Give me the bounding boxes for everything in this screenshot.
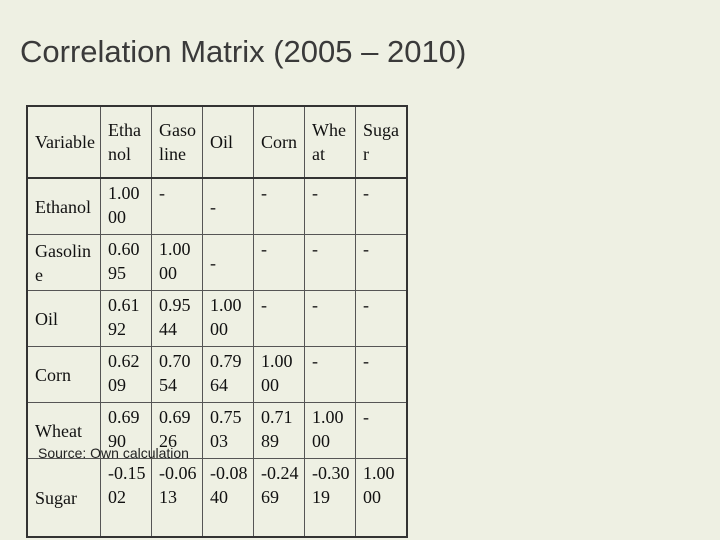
table-row: Oil 0.6192 0.9544 1.0000- - - bbox=[26, 290, 408, 347]
matrix-cell: 1.0000 bbox=[202, 290, 254, 347]
column-header: Sugar bbox=[355, 105, 408, 179]
slide-title: Correlation Matrix (2005 – 2010) bbox=[20, 34, 467, 69]
header-row: Variable Ethanol Gasoline Oil Corn Wheat Sugar bbox=[26, 105, 408, 179]
row-label: Corn bbox=[26, 346, 101, 403]
matrix-cell: 0.7189 bbox=[253, 402, 305, 459]
row-label: Oil bbox=[26, 290, 101, 347]
matrix-cell: - bbox=[304, 234, 356, 291]
matrix-cell: - bbox=[253, 290, 305, 347]
matrix-cell: 0.6209 bbox=[100, 346, 152, 403]
table-row: Gasoline 0.6095 1.0000- - - - bbox=[26, 234, 408, 291]
matrix-cell: 0.6095 bbox=[100, 234, 152, 291]
matrix-cell: 0.9544 bbox=[151, 290, 203, 347]
matrix-cell: 0.7054 bbox=[151, 346, 203, 403]
matrix-cell: - bbox=[151, 177, 203, 235]
table-row: Sugar -0.1502 -0.0613 -0.0840 -0.2469 -0.3019… bbox=[26, 458, 408, 538]
matrix-cell: 1.0000 bbox=[304, 402, 356, 459]
table-row: Ethanol 1.0000- - - - - bbox=[26, 177, 408, 235]
matrix-cell: - bbox=[304, 346, 356, 403]
matrix-cell: - bbox=[355, 177, 408, 235]
matrix-cell: 0.7503 bbox=[202, 402, 254, 459]
correlation-matrix-table: Variable Ethanol Gasoline Oil Corn Wheat Sugar… bbox=[26, 105, 408, 538]
matrix-cell: -0.1502 bbox=[100, 458, 152, 538]
matrix-cell: - bbox=[355, 346, 408, 403]
matrix-cell: 1.0000 bbox=[355, 458, 408, 538]
matrix-cell: - bbox=[355, 290, 408, 347]
column-header: Oil bbox=[202, 105, 254, 179]
matrix-cell: - bbox=[202, 234, 254, 291]
matrix-cell: 1.0000 bbox=[253, 346, 305, 403]
column-header: Variable bbox=[26, 105, 101, 179]
row-label: Sugar bbox=[26, 458, 101, 538]
matrix-cell: - bbox=[304, 290, 356, 347]
matrix-cell: -0.2469 bbox=[253, 458, 305, 538]
table-row: Corn 0.6209 0.7054 0.7964 1.0000- - bbox=[26, 346, 408, 403]
matrix-cell: - bbox=[355, 402, 408, 459]
column-header: Corn bbox=[253, 105, 305, 179]
matrix-cell: - bbox=[355, 234, 408, 291]
matrix-cell: -0.0613 bbox=[151, 458, 203, 538]
matrix-cell: -0.3019 bbox=[304, 458, 356, 538]
row-label: Ethanol bbox=[26, 177, 101, 235]
matrix-cell: - bbox=[304, 177, 356, 235]
matrix-cell: - bbox=[202, 177, 254, 235]
matrix-cell: - bbox=[253, 234, 305, 291]
matrix-cell: - bbox=[253, 177, 305, 235]
row-label: Gasoline bbox=[26, 234, 101, 291]
column-header: Ethanol bbox=[100, 105, 152, 179]
matrix-cell: 0.6192 bbox=[100, 290, 152, 347]
matrix-cell: 1.0000 bbox=[151, 234, 203, 291]
column-header: Wheat bbox=[304, 105, 356, 179]
matrix-cell: 0.7964 bbox=[202, 346, 254, 403]
matrix-cell: -0.0840 bbox=[202, 458, 254, 538]
matrix-cell: 1.0000 bbox=[100, 177, 152, 235]
source-note: Source: Own calculation bbox=[38, 445, 189, 461]
column-header: Gasoline bbox=[151, 105, 203, 179]
